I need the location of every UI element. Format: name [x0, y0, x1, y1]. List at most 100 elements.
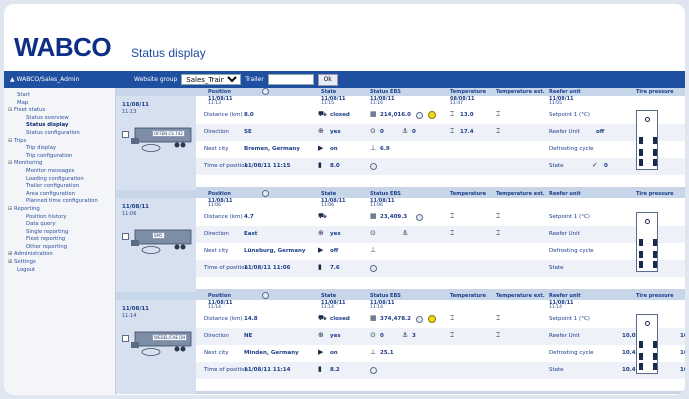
sidebar-item[interactable]: Area configuration	[4, 191, 115, 199]
vehicle-tile[interactable]: 11/08/11 11:06 SM5	[116, 198, 196, 292]
coupled-state: yes	[330, 231, 341, 237]
tire-icon	[639, 341, 643, 348]
tire-icon	[653, 261, 657, 268]
vehicle-date: 11/08/11	[122, 306, 149, 312]
sidebar-item[interactable]: Status display	[4, 122, 115, 130]
setpoint-label: Setpoint 1 (°C)	[549, 112, 590, 118]
battery-value: 7.6	[330, 265, 340, 271]
data-row: Direction SE ⊕ yes ⊙ 0 ⚓ 0 ⌶ 17.4 ⌶ Reefer Unit off	[196, 124, 685, 141]
sidebar-item[interactable]: Fleet reporting	[4, 236, 115, 244]
thermometer-ext-icon: ⌶	[496, 127, 501, 135]
vehicle-block: Position State Status EBS Temperature Temper…	[116, 190, 685, 292]
setpoint-label: Setpoint 1 (°C)	[549, 214, 590, 220]
vehicle-tile[interactable]: 11/08/11 11:14 WEDEL/CHE DH	[116, 300, 196, 394]
vehicle-checkbox[interactable]	[122, 233, 129, 240]
ok-button[interactable]: Ok	[317, 73, 338, 86]
thermometer-ext-icon: ⌶	[496, 314, 501, 322]
timestamp-time: 11:16	[370, 101, 383, 106]
sidebar-item[interactable]: ⊟ Trips	[4, 138, 115, 146]
timestamp-row: 11/08/11 11:14 11/08/11 11:14 11/08/11 11:14 1…	[196, 300, 685, 311]
sidebar-item[interactable]: Map	[4, 100, 115, 108]
sidebar-item[interactable]: ⊟ Reporting	[4, 206, 115, 214]
sidebar-item[interactable]: Start	[4, 92, 115, 100]
timestamp-row: 11/08/11 11:06 11/08/11 11:06 11/08/11 11:06	[196, 198, 685, 209]
sidebar-item-label: Planned time configuration	[26, 198, 98, 205]
sidebar-item[interactable]: Loading configuration	[4, 176, 115, 184]
tire-icon	[639, 363, 643, 370]
timestamp-time: 11:14	[370, 305, 383, 310]
col-state: State	[321, 191, 337, 197]
row-value: SE	[244, 129, 252, 135]
tire-pressure-left: 10.4	[622, 350, 636, 356]
vehicle-tile[interactable]: 11/08/11 11:13 OFFEN CS 742	[116, 96, 196, 190]
wabco-logo: WABCO	[14, 32, 112, 62]
tire-pressure-diagram[interactable]	[636, 314, 658, 374]
sidebar-item[interactable]: Position history	[4, 214, 115, 222]
website-group-select[interactable]: Sales_Training	[181, 74, 242, 85]
row-label: Next city	[204, 146, 229, 152]
sidebar-item[interactable]: Other reporting	[4, 244, 115, 252]
data-row: Direction NE ⊕ yes ⊙ 0 ⚓3 ⌶ ⌶ Reefer Unit 10.0 10.4	[196, 328, 685, 345]
reefer-unit-label: Reefer Unit	[549, 129, 580, 135]
battery-value: 8.0	[330, 163, 340, 169]
vehicle-checkbox[interactable]	[122, 335, 129, 342]
sidebar-item[interactable]: Status configuration	[4, 130, 115, 138]
sidebar-item[interactable]: ⊟ Fleet status	[4, 107, 115, 115]
sidebar-item[interactable]: Trip display	[4, 145, 115, 153]
timestamp-time: 11:14	[549, 305, 562, 310]
sidebar-item-label: Area configuration	[26, 190, 76, 197]
column-header-row: Position State Status EBS Temperature Temper…	[116, 190, 685, 198]
map-icon[interactable]	[262, 190, 269, 197]
sidebar-item-label: Single reporting	[26, 228, 69, 235]
sidebar-item[interactable]: Single reporting	[4, 229, 115, 237]
sidebar-item[interactable]: Data query	[4, 221, 115, 229]
sidebar-item[interactable]: ⊞ Administration	[4, 251, 115, 259]
sidebar-item[interactable]: Planned time configuration	[4, 198, 115, 206]
data-row: Next city Lüneburg, Germany ▶ off ⊥ Defrostin…	[196, 243, 685, 260]
map-icon[interactable]	[262, 292, 269, 299]
vehicle-date: 11/08/11	[122, 102, 149, 108]
timestamp-time: 11:47	[450, 101, 463, 106]
sidebar-item[interactable]: ⊞ Settings	[4, 259, 115, 267]
sidebar-item[interactable]: Monitor messages	[4, 168, 115, 176]
col-state: State	[321, 89, 337, 95]
tire-status-icon	[370, 265, 377, 272]
sidebar-nav: Start Map ⊟ Fleet status Status overview Stat…	[4, 88, 116, 395]
thermometer-icon: ⌶	[450, 127, 455, 135]
row-value: Lüneburg, Germany	[244, 248, 306, 254]
data-row: Next city Minden, Germany ▶ on ⊥ 25.1 Defrosti…	[196, 345, 685, 362]
warning-light-icon	[428, 111, 436, 119]
plate-label: OFFEN CS 742	[152, 130, 185, 137]
row-label: Time of position	[204, 367, 249, 373]
defrosting-label: Defrosting cycle	[549, 248, 594, 254]
odometer-value: 23,409.3	[380, 214, 408, 220]
ebs-status-icon	[416, 316, 423, 323]
row-label: Next city	[204, 350, 229, 356]
tire-pressure-diagram[interactable]	[636, 212, 658, 272]
tire-icon	[639, 159, 643, 166]
col-state: State	[321, 293, 337, 299]
user-label[interactable]: ▲ WABCO/Sales_Admin	[4, 76, 116, 83]
tire-pressure-left: 10.0	[622, 333, 636, 339]
trailer-input[interactable]	[267, 74, 314, 85]
tire-icon	[653, 363, 657, 370]
sidebar-item[interactable]: Status overview	[4, 115, 115, 123]
tire-pressure-diagram[interactable]	[636, 110, 658, 170]
map-icon[interactable]	[262, 88, 269, 95]
sidebar-item[interactable]: Logout	[4, 267, 115, 275]
row-label: Distance (km)	[204, 316, 243, 322]
timestamp-time: 11:06	[208, 203, 221, 208]
sidebar-item-label: Logout	[17, 266, 36, 273]
sidebar-item[interactable]: Trailer configuration	[4, 183, 115, 191]
reefer-state-label: State	[549, 265, 564, 271]
row-label: Direction	[204, 333, 229, 339]
odometer-icon: ▦	[370, 212, 377, 220]
load-value: 0	[380, 333, 384, 339]
sidebar-item-label: Status display	[26, 122, 69, 129]
vehicle-checkbox[interactable]	[122, 131, 129, 138]
tire-kingpin-icon	[645, 321, 650, 326]
data-row: Next city Bremen, Germany ▶ on ⊥ 6.9 Defrostin…	[196, 141, 685, 158]
sidebar-item[interactable]: ⊟ Monitoring	[4, 160, 115, 168]
col-position: Position	[208, 293, 231, 299]
sidebar-item[interactable]: Trip configuration	[4, 153, 115, 161]
